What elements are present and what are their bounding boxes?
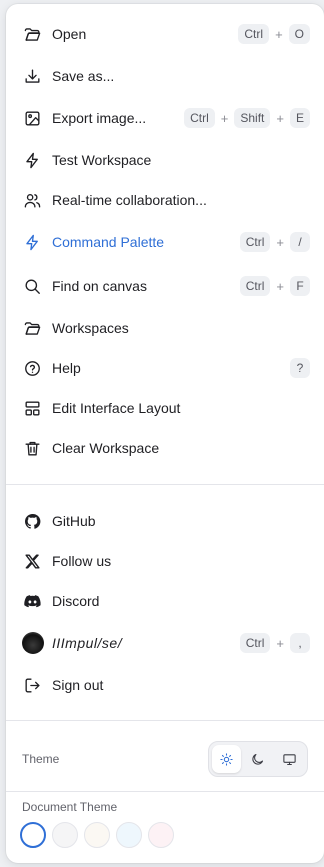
main-menu: Open Ctrl + O Save as... Export image... C… [6, 4, 324, 863]
theme-toggle [208, 741, 308, 777]
menu-item-label: Command Palette [52, 234, 165, 250]
menu-item-label: Help [52, 360, 81, 376]
theme-system-button[interactable] [275, 745, 304, 773]
help-circle-icon [22, 358, 42, 378]
user-name: IIImpul/se/ [52, 635, 123, 651]
sun-icon [219, 752, 234, 767]
menu-item-help[interactable]: Help ? [6, 350, 324, 386]
menu-user-profile[interactable]: IIImpul/se/ Ctrl +, [6, 625, 324, 661]
menu-item-label: Find on canvas [52, 278, 147, 294]
menu-item-label: Sign out [52, 677, 104, 693]
shortcut-find: Ctrl + F [239, 276, 310, 296]
shortcut-command-palette: Ctrl + / [239, 232, 310, 252]
menu-item-sign-out[interactable]: Sign out [6, 667, 324, 703]
menu-item-test-workspace[interactable]: Test Workspace [6, 142, 324, 178]
menu-link-follow-us[interactable]: Follow us [6, 543, 324, 579]
theme-dark-button[interactable] [243, 745, 272, 773]
layout-icon [22, 398, 42, 418]
download-icon [22, 66, 42, 86]
menu-item-open[interactable]: Open Ctrl + O [6, 16, 324, 52]
menu-item-export-image[interactable]: Export image... Ctrl + Shift + E [6, 100, 324, 136]
shortcut-help: ? [290, 358, 310, 378]
avatar [21, 631, 45, 655]
shortcut-user: Ctrl +, [239, 633, 310, 653]
menu-item-label: Open [52, 26, 87, 42]
swatch-white[interactable] [20, 822, 46, 848]
menu-divider [6, 791, 324, 792]
lightning-icon [22, 150, 42, 170]
menu-item-label: Export image... [52, 110, 147, 126]
menu-item-label: Save as... [52, 68, 115, 84]
menu-item-clear-workspace[interactable]: Clear Workspace [6, 430, 324, 466]
shortcut-open: Ctrl + O [238, 24, 310, 44]
sign-out-icon [22, 675, 42, 695]
menu-item-label: Clear Workspace [52, 440, 160, 456]
menu-item-label: Test Workspace [52, 152, 152, 168]
swatch-gray[interactable] [52, 822, 78, 848]
swatch-blue[interactable] [116, 822, 142, 848]
menu-item-label: Edit Interface Layout [52, 400, 181, 416]
users-icon [22, 190, 42, 210]
menu-item-label: Real-time collaboration... [52, 192, 207, 208]
menu-link-label: GitHub [52, 513, 96, 529]
menu-link-label: Follow us [52, 553, 112, 569]
menu-item-edit-layout[interactable]: Edit Interface Layout [6, 390, 324, 426]
menu-item-collaboration[interactable]: Real-time collaboration... [6, 182, 324, 218]
trash-icon [22, 438, 42, 458]
theme-label: Theme [22, 752, 60, 766]
swatch-cream[interactable] [84, 822, 110, 848]
menu-link-discord[interactable]: Discord [6, 583, 324, 619]
image-icon [22, 108, 42, 128]
menu-item-save-as[interactable]: Save as... [6, 58, 324, 94]
document-theme-label: Document Theme [22, 800, 118, 814]
folder-open-icon [22, 24, 42, 44]
menu-divider [6, 720, 324, 721]
menu-link-label: Discord [52, 593, 100, 609]
document-theme-swatches [20, 822, 174, 848]
discord-icon [22, 591, 42, 611]
moon-icon [250, 752, 265, 767]
github-icon [22, 511, 42, 531]
theme-row: Theme [6, 737, 324, 781]
folder-icon [22, 318, 42, 338]
menu-item-workspaces[interactable]: Workspaces [6, 310, 324, 346]
menu-item-label: Workspaces [52, 320, 129, 336]
menu-item-find-on-canvas[interactable]: Find on canvas Ctrl + F [6, 268, 324, 304]
menu-divider [6, 484, 324, 485]
lightning-icon [22, 232, 42, 252]
x-logo-icon [22, 551, 42, 571]
theme-light-button[interactable] [212, 745, 242, 773]
swatch-pink[interactable] [148, 822, 174, 848]
menu-link-github[interactable]: GitHub [6, 503, 324, 539]
search-icon [22, 276, 42, 296]
shortcut-export: Ctrl + Shift + E [184, 108, 310, 128]
monitor-icon [282, 752, 297, 767]
menu-item-command-palette[interactable]: Command Palette Ctrl + / [6, 224, 324, 260]
